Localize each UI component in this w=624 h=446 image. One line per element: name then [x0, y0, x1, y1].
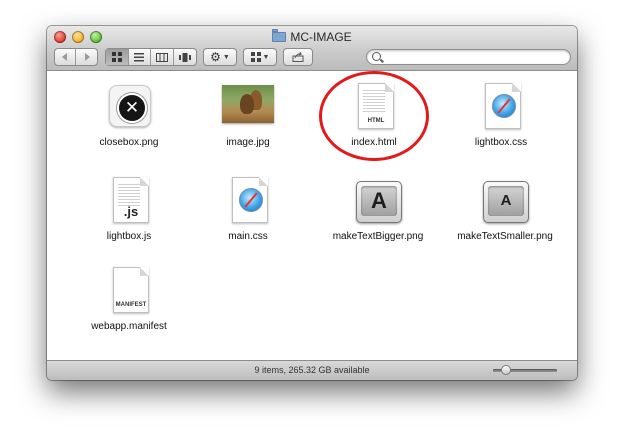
action-menu-button[interactable]: ⚙ ▼ — [203, 48, 237, 66]
chevron-down-icon: ▼ — [262, 53, 270, 61]
highlight-circle — [319, 71, 429, 161]
search-icon — [372, 52, 381, 61]
css-file-icon — [220, 177, 276, 227]
back-forward-control — [54, 48, 98, 66]
back-button[interactable] — [55, 49, 77, 65]
chevron-down-icon: ▼ — [222, 53, 230, 61]
safari-compass-icon — [239, 188, 263, 212]
file-name: image.jpg — [226, 137, 270, 148]
gear-icon: ⚙ — [210, 50, 221, 64]
css-file-icon — [473, 83, 529, 133]
file-name: webapp.manifest — [91, 321, 167, 332]
jpg-thumbnail-icon — [220, 83, 276, 133]
list-view-icon — [134, 52, 145, 61]
file-item-make-text-bigger[interactable]: A makeTextBigger.png — [318, 177, 438, 243]
arrange-grid-icon — [250, 52, 261, 62]
view-mode-control — [105, 48, 197, 66]
finder-window: MC-IMAGE ⚙ ▼ ▼ ✕ closebox.png image.jpg … — [47, 26, 577, 380]
share-icon — [292, 52, 304, 62]
search-field[interactable] — [366, 49, 571, 65]
list-view-button[interactable] — [129, 49, 151, 65]
manifest-file-icon: MANIFEST — [101, 267, 157, 317]
safari-compass-icon — [492, 94, 516, 118]
file-name: makeTextBigger.png — [332, 231, 424, 242]
letter-a-big-icon: A — [361, 186, 397, 216]
window-title: MC-IMAGE — [290, 30, 352, 44]
letter-a-small-icon: A — [488, 186, 524, 216]
column-view-button[interactable] — [151, 49, 174, 65]
file-name: main.css — [228, 231, 268, 242]
file-name: closebox.png — [99, 137, 159, 148]
file-name: lightbox.js — [106, 231, 152, 242]
file-item-lightbox-css[interactable]: lightbox.css — [445, 83, 557, 149]
close-x-icon: ✕ — [117, 93, 147, 123]
png-file-icon: A — [477, 177, 533, 227]
file-item-webapp-manifest[interactable]: MANIFEST webapp.manifest — [73, 267, 185, 333]
file-item-make-text-smaller[interactable]: A makeTextSmaller.png — [445, 177, 565, 243]
file-name: makeTextSmaller.png — [457, 231, 553, 242]
forward-button[interactable] — [76, 49, 97, 65]
file-name: lightbox.css — [474, 137, 528, 148]
file-icon-grid: ✕ closebox.png image.jpg HTML index.html… — [47, 71, 577, 361]
forward-arrow-icon — [84, 53, 90, 61]
js-file-icon: .js — [101, 177, 157, 227]
coverflow-view-button[interactable] — [174, 49, 196, 65]
arrange-menu-button[interactable]: ▼ — [243, 48, 277, 66]
column-view-icon — [155, 52, 168, 62]
folder-icon — [272, 29, 287, 42]
status-bar: 9 items, 265.32 GB available — [47, 360, 577, 380]
file-item-closebox[interactable]: ✕ closebox.png — [73, 83, 185, 149]
file-type-tag: .js — [123, 204, 139, 219]
file-item-main-css[interactable]: main.css — [192, 177, 304, 243]
png-file-icon: A — [350, 177, 406, 227]
icon-view-icon — [111, 52, 122, 62]
title-bar: MC-IMAGE ⚙ ▼ ▼ — [47, 26, 577, 71]
file-item-image[interactable]: image.jpg — [192, 83, 304, 149]
share-button[interactable] — [283, 48, 313, 66]
back-arrow-icon — [62, 53, 67, 61]
coverflow-view-icon — [178, 52, 191, 62]
file-type-tag: MANIFEST — [115, 302, 147, 308]
window-title-area: MC-IMAGE — [47, 29, 577, 44]
file-item-lightbox-js[interactable]: .js lightbox.js — [73, 177, 185, 243]
icon-view-button[interactable] — [106, 49, 129, 65]
png-file-icon: ✕ — [101, 83, 157, 133]
